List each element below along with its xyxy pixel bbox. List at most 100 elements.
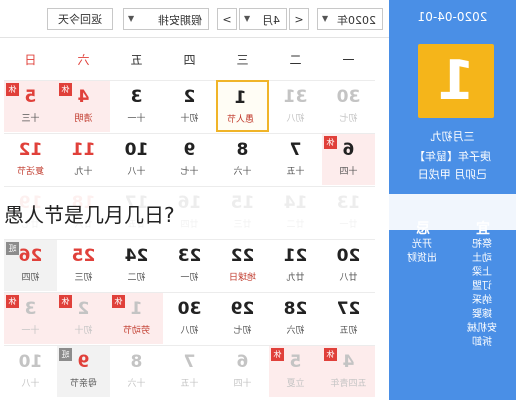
calendar-day-cell[interactable]: 3 十一休: [4, 292, 57, 344]
lunar-label: 十一: [21, 326, 40, 336]
day-number: 2: [183, 87, 196, 107]
big-day-number: 1: [437, 49, 475, 112]
calendar-day-cell[interactable]: 22 地球日: [216, 239, 269, 291]
calendar-day-cell[interactable]: 7 十五: [269, 133, 322, 185]
calendar-day-cell[interactable]: 2 初十: [163, 80, 216, 132]
calendar-day-cell[interactable]: 4 五四青年休: [322, 345, 375, 397]
calendar-day-cell[interactable]: 8 十六: [216, 133, 269, 185]
lunar-label: 初五: [339, 326, 358, 336]
day-number: 11: [71, 140, 96, 160]
day-number: 31: [283, 87, 308, 107]
calendar-day-cell[interactable]: 6 十四休: [322, 133, 375, 185]
calendar-day-cell[interactable]: 6 十四: [216, 345, 269, 397]
calendar-grid: 30 初七 31 初八 1 愚人节 2 初十 3 十一 4 清明休 5 十三休 6 十四休 7 十五 8 十六 9 十七 1…: [0, 80, 389, 400]
holiday-rest-badge: 休: [324, 136, 337, 149]
month-value: 4月: [262, 14, 280, 27]
day-number: 22: [230, 246, 255, 266]
calendar-day-cell[interactable]: 7 十五: [163, 345, 216, 397]
calendar-day-cell[interactable]: 29 初七: [216, 292, 269, 344]
weekday-label: 五: [130, 53, 143, 67]
calendar-day-cell[interactable]: 2 初十休: [57, 292, 110, 344]
calendar-toolbar: 2020年 ▼ < 4月 ▼ > 假期安排 ▼ 返回今天: [0, 0, 389, 38]
calendar-day-cell[interactable]: 9 母亲节班: [57, 345, 110, 397]
ganzhi-month-day: 己卯月 甲戌日: [417, 168, 488, 181]
calendar-day-cell[interactable]: 5 立夏休: [269, 345, 322, 397]
day-number: 30: [177, 299, 202, 319]
weekday-label: 二: [289, 53, 302, 67]
year-select[interactable]: 2020年 ▼: [317, 8, 383, 30]
day-number: 9: [183, 140, 196, 160]
calendar-day-cell[interactable]: 28 初六: [269, 292, 322, 344]
lunar-label: 廿八: [339, 273, 358, 283]
day-number: 7: [289, 140, 302, 160]
calendar-day-cell[interactable]: 31 初八: [269, 80, 322, 132]
day-number: 20: [336, 246, 361, 266]
lunar-label: 十三: [21, 114, 40, 124]
day-number: 8: [130, 352, 143, 372]
lunar-label: 劳动节: [123, 326, 151, 336]
calendar-day-cell[interactable]: 23 初一: [163, 239, 216, 291]
weekday-label: 日: [24, 53, 37, 67]
lunar-label: 十八: [127, 167, 146, 177]
day-number: 6: [236, 352, 249, 372]
day-number: 12: [18, 140, 43, 160]
calendar-day-cell[interactable]: 10 十八: [4, 345, 57, 397]
calendar-day-cell[interactable]: 25 初三: [57, 239, 110, 291]
yi-item: 嫁娶: [472, 309, 492, 320]
question-text: 愚人节是几月几日?: [4, 203, 175, 227]
lunar-label: 十四: [339, 167, 358, 177]
selected-date: 2020-04-01: [417, 10, 488, 24]
calendar-day-cell[interactable]: 11 十九: [57, 133, 110, 185]
day-number: 29: [230, 299, 255, 319]
calendar-day-cell[interactable]: 9 十七: [163, 133, 216, 185]
lunar-label: 十一: [127, 114, 146, 124]
lunar-label: 母亲节: [70, 379, 98, 389]
holiday-select[interactable]: 假期安排 ▼: [123, 8, 209, 30]
chevron-right-icon: >: [222, 12, 232, 26]
ji-item: 出货财: [407, 253, 437, 264]
calendar-day-cell[interactable]: 27 初五: [322, 292, 375, 344]
calendar-day-cell[interactable]: 1 愚人节: [216, 80, 269, 132]
calendar-day-cell[interactable]: 3 十一: [110, 80, 163, 132]
calendar-day-cell[interactable]: 26 初四班: [4, 239, 57, 291]
calendar-day-cell[interactable]: 21 廿九: [269, 239, 322, 291]
day-number: 10: [124, 140, 149, 160]
day-number: 24: [124, 246, 149, 266]
calendar-day-cell[interactable]: 5 十三休: [4, 80, 57, 132]
lunar-label: 初七: [339, 114, 358, 124]
lunar-label: 初八: [180, 326, 199, 336]
lunar-label: 立夏: [286, 379, 305, 389]
lunar-label: 十六: [127, 379, 146, 389]
lunar-label: 十八: [21, 379, 40, 389]
calendar-day-cell[interactable]: 24 初二: [110, 239, 163, 291]
yi-item: 订盟: [472, 281, 492, 292]
calendar-day-cell[interactable]: 30 初七: [322, 80, 375, 132]
calendar-day-cell[interactable]: 12 复活节: [4, 133, 57, 185]
calendar-day-cell[interactable]: 30 初八: [163, 292, 216, 344]
day-number: 21: [283, 246, 308, 266]
chevron-down-icon: ▼: [244, 14, 251, 23]
lunar-label: 十四: [233, 379, 252, 389]
holiday-rest-badge: 休: [6, 83, 19, 96]
back-to-today-button[interactable]: 返回今天: [47, 8, 113, 30]
holiday-rest-badge: 休: [59, 295, 72, 308]
lunar-label: 十五: [180, 379, 199, 389]
calendar-day-cell[interactable]: 1 劳动节休: [110, 292, 163, 344]
lunar-label: 十五: [286, 167, 305, 177]
calendar-day-cell[interactable]: 20 廿八: [322, 239, 375, 291]
next-month-button[interactable]: >: [217, 8, 237, 30]
month-select[interactable]: 4月 ▼: [239, 8, 287, 30]
lunar-label: 十七: [180, 167, 199, 177]
lunar-label: 五四青年: [330, 379, 367, 389]
yi-item: 纳采: [472, 295, 492, 306]
lunar-label: 初七: [233, 326, 252, 336]
prev-month-button[interactable]: <: [289, 8, 309, 30]
weekday-label: 一: [342, 53, 355, 67]
back-to-today-label: 返回今天: [58, 13, 102, 26]
calendar-day-cell[interactable]: 8 十六: [110, 345, 163, 397]
holiday-rest-badge: 休: [59, 83, 72, 96]
lunar-label: 清明: [74, 114, 93, 124]
calendar-day-cell[interactable]: 10 十八: [110, 133, 163, 185]
day-number: 1: [234, 88, 247, 108]
calendar-day-cell[interactable]: 4 清明休: [57, 80, 110, 132]
